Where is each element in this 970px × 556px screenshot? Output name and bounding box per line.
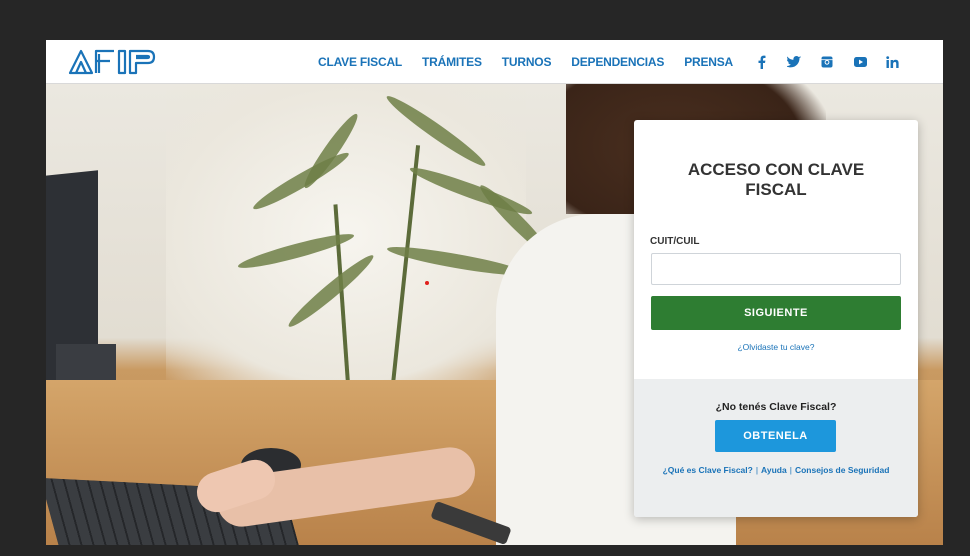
login-card: ACCESO CON CLAVE FISCAL CUIT/CUIL SIGUIE… (634, 120, 918, 517)
nav-dependencias[interactable]: DEPENDENCIAS (571, 55, 664, 69)
facebook-icon[interactable] (753, 54, 769, 70)
login-title: ACCESO CON CLAVE FISCAL (687, 160, 865, 199)
register-section: ¿No tenés Clave Fiscal? OBTENELA ¿Qué es… (634, 379, 918, 517)
obtain-button[interactable]: OBTENELA (715, 420, 836, 452)
afip-logo[interactable] (68, 48, 166, 76)
nav-turnos[interactable]: TURNOS (502, 55, 552, 69)
nav-prensa[interactable]: PRENSA (684, 55, 733, 69)
what-is-clave-link[interactable]: ¿Qué es Clave Fiscal? (663, 465, 753, 475)
forgot-password-link[interactable]: ¿Olvidaste tu clave? (634, 342, 918, 352)
nav-clave-fiscal[interactable]: CLAVE FISCAL (318, 55, 402, 69)
nav-tramites[interactable]: TRÁMITES (422, 55, 482, 69)
youtube-icon[interactable] (852, 54, 868, 70)
link-separator: | (789, 465, 792, 475)
main-nav: CLAVE FISCAL TRÁMITES TURNOS DEPENDENCIA… (318, 40, 901, 84)
help-links: ¿Qué es Clave Fiscal? | Ayuda | Consejos de … (662, 462, 890, 479)
browser-viewport: CLAVE FISCAL TRÁMITES TURNOS DEPENDENCIA… (46, 40, 943, 545)
top-navbar: CLAVE FISCAL TRÁMITES TURNOS DEPENDENCIA… (46, 40, 943, 84)
next-button[interactable]: SIGUIENTE (651, 296, 901, 330)
social-links (753, 54, 901, 70)
no-clave-text: ¿No tenés Clave Fiscal? (715, 401, 837, 413)
instagram-icon[interactable] (819, 54, 835, 70)
cursor-dot (425, 281, 429, 285)
linkedin-icon[interactable] (885, 54, 901, 70)
cuit-input[interactable] (651, 253, 901, 285)
security-tips-link[interactable]: Consejos de Seguridad (795, 465, 889, 475)
twitter-icon[interactable] (786, 54, 802, 70)
link-separator: | (755, 465, 759, 475)
help-link[interactable]: Ayuda (761, 465, 787, 475)
cuit-label: CUIT/CUIL (650, 236, 700, 247)
